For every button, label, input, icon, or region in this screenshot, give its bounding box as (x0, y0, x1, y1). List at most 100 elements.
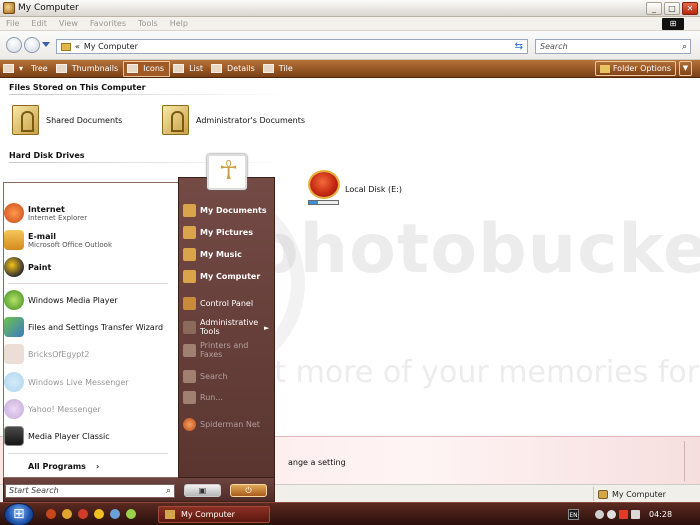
messenger-icon[interactable] (110, 509, 120, 519)
folder-options-button[interactable]: Folder Options (594, 61, 676, 76)
start-search-input[interactable]: Start Search ⌕ (5, 484, 175, 498)
start-item-media-player-classic[interactable]: Media Player Classic (4, 426, 172, 446)
volume-icon[interactable] (607, 510, 616, 519)
refresh-icon[interactable]: ⇆ (515, 41, 523, 52)
security-alert-icon[interactable] (619, 510, 628, 519)
network-icon[interactable] (595, 510, 604, 519)
power-button[interactable]: ⏻ (230, 484, 267, 497)
antivirus-icon[interactable] (631, 510, 640, 519)
start-right-search[interactable]: Search (183, 370, 227, 383)
view-details-button[interactable]: Details (208, 61, 260, 77)
windows-logo-icon: ⊞ (662, 18, 684, 30)
menu-file[interactable]: File (6, 19, 19, 28)
forward-button[interactable] (24, 37, 40, 53)
start-right-control-panel[interactable]: Control Panel (183, 297, 253, 310)
start-button[interactable] (4, 503, 34, 525)
folder-options-dropdown[interactable]: ▼ (679, 61, 692, 76)
folder-icon (61, 42, 71, 51)
group-header-drives: Hard Disk Drives (9, 151, 85, 160)
shared-documents-item[interactable]: Shared Documents (12, 105, 122, 135)
app-icon[interactable] (126, 509, 136, 519)
start-right-my-music[interactable]: My Music (183, 248, 242, 261)
my-computer-icon (183, 270, 196, 283)
all-programs-button[interactable]: All Programs › (28, 462, 99, 471)
minimize-button[interactable]: _ (646, 1, 662, 15)
start-item-internet[interactable]: Internet Internet Explorer (4, 203, 172, 223)
start-menu: InternetInternet Explorer E-mailMicrosof… (0, 154, 277, 502)
recent-pages-dropdown[interactable] (42, 42, 50, 47)
address-path: My Computer (83, 42, 138, 51)
shared-documents-icon (12, 105, 39, 135)
local-disk-e-item[interactable]: Local Disk (E:) (307, 172, 402, 206)
search-icon[interactable]: ⌕ (682, 41, 687, 54)
start-item-email[interactable]: E-mail Microsoft Office Outlook (4, 230, 172, 250)
close-button[interactable]: ✕ (682, 1, 698, 15)
start-item-yahoo-messenger[interactable]: Yahoo! Messenger (4, 399, 172, 419)
view-tree-button[interactable]: Tree (28, 61, 53, 77)
start-right-my-computer[interactable]: My Computer (183, 270, 260, 283)
taskbar-item-my-computer[interactable]: My Computer (158, 506, 270, 523)
drive-usage-bar (308, 200, 339, 205)
outlook-icon (4, 230, 24, 250)
details-pane-grip[interactable] (684, 441, 694, 481)
icons-icon (127, 64, 139, 73)
menu-edit[interactable]: Edit (31, 19, 47, 28)
bricks-game-icon (4, 344, 24, 364)
details-icon (211, 64, 223, 73)
my-documents-icon (183, 204, 196, 217)
printer-icon (183, 343, 196, 357)
start-right-printers-and-faxes[interactable]: Printers and Faxes (183, 341, 263, 359)
paint-icon (4, 257, 24, 277)
taskbar: My Computer EN 04:28 (0, 502, 700, 525)
start-item-live-messenger[interactable]: Windows Live Messenger (4, 372, 172, 392)
title-bar: My Computer _ □ ✕ (0, 0, 700, 17)
search-icon (183, 370, 196, 383)
tile-icon (262, 64, 274, 73)
spiderman-net-icon (183, 418, 196, 431)
view-list-button[interactable]: List (170, 61, 208, 77)
start-item-transfer-wizard[interactable]: Files and Settings Transfer Wizard (4, 317, 172, 337)
yahoo-icon (4, 399, 24, 419)
administrator-documents-item[interactable]: Administrator's Documents (162, 105, 305, 135)
clock[interactable]: 04:28 (649, 510, 672, 519)
lock-button[interactable]: ▣ (184, 484, 221, 497)
search-icon[interactable]: ⌕ (166, 485, 171, 497)
user-avatar[interactable] (207, 154, 247, 190)
browser-icon[interactable] (62, 509, 72, 519)
language-indicator[interactable]: EN (568, 509, 579, 520)
menu-bar: File Edit View Favorites Tools Help ⊞ (0, 17, 700, 31)
details-text: ange a setting (288, 458, 346, 467)
menu-view[interactable]: View (59, 19, 78, 28)
view-tile-button[interactable]: Tile (260, 61, 298, 77)
start-menu-separator (8, 453, 168, 454)
status-location: My Computer (593, 487, 666, 501)
view-thumbnails-button[interactable]: Thumbnails (53, 61, 123, 77)
transfer-wizard-icon (4, 317, 24, 337)
search-input[interactable]: Search ⌕ (535, 39, 691, 54)
run-icon (183, 391, 196, 404)
drive-icon (307, 172, 341, 206)
menu-help[interactable]: Help (170, 19, 188, 28)
view-icons-button[interactable]: Icons (123, 60, 171, 77)
breadcrumb-chevron[interactable]: « (75, 42, 80, 51)
view-menu-button[interactable]: ▾ (0, 61, 28, 77)
show-desktop-icon[interactable] (46, 509, 56, 519)
start-right-my-documents[interactable]: My Documents (183, 204, 267, 217)
maximize-button[interactable]: □ (664, 1, 680, 15)
start-item-bricks-of-egypt[interactable]: BricksOfEgypt2 (4, 344, 172, 364)
smiley-icon[interactable] (94, 509, 104, 519)
my-computer-icon (598, 489, 608, 499)
media-icon[interactable] (78, 509, 88, 519)
list-icon (173, 64, 185, 73)
menu-favorites[interactable]: Favorites (90, 19, 126, 28)
start-item-windows-media-player[interactable]: Windows Media Player (4, 290, 172, 310)
menu-tools[interactable]: Tools (138, 19, 158, 28)
start-item-paint[interactable]: Paint (4, 257, 172, 277)
start-right-spiderman-net[interactable]: Spiderman Net (183, 418, 260, 431)
start-right-administrative-tools[interactable]: Administrative Tools (183, 318, 263, 336)
address-field[interactable]: « My Computer ⇆ (56, 39, 528, 54)
media-player-icon (4, 290, 24, 310)
start-right-run[interactable]: Run... (183, 391, 223, 404)
back-button[interactable] (6, 37, 22, 53)
start-right-my-pictures[interactable]: My Pictures (183, 226, 253, 239)
